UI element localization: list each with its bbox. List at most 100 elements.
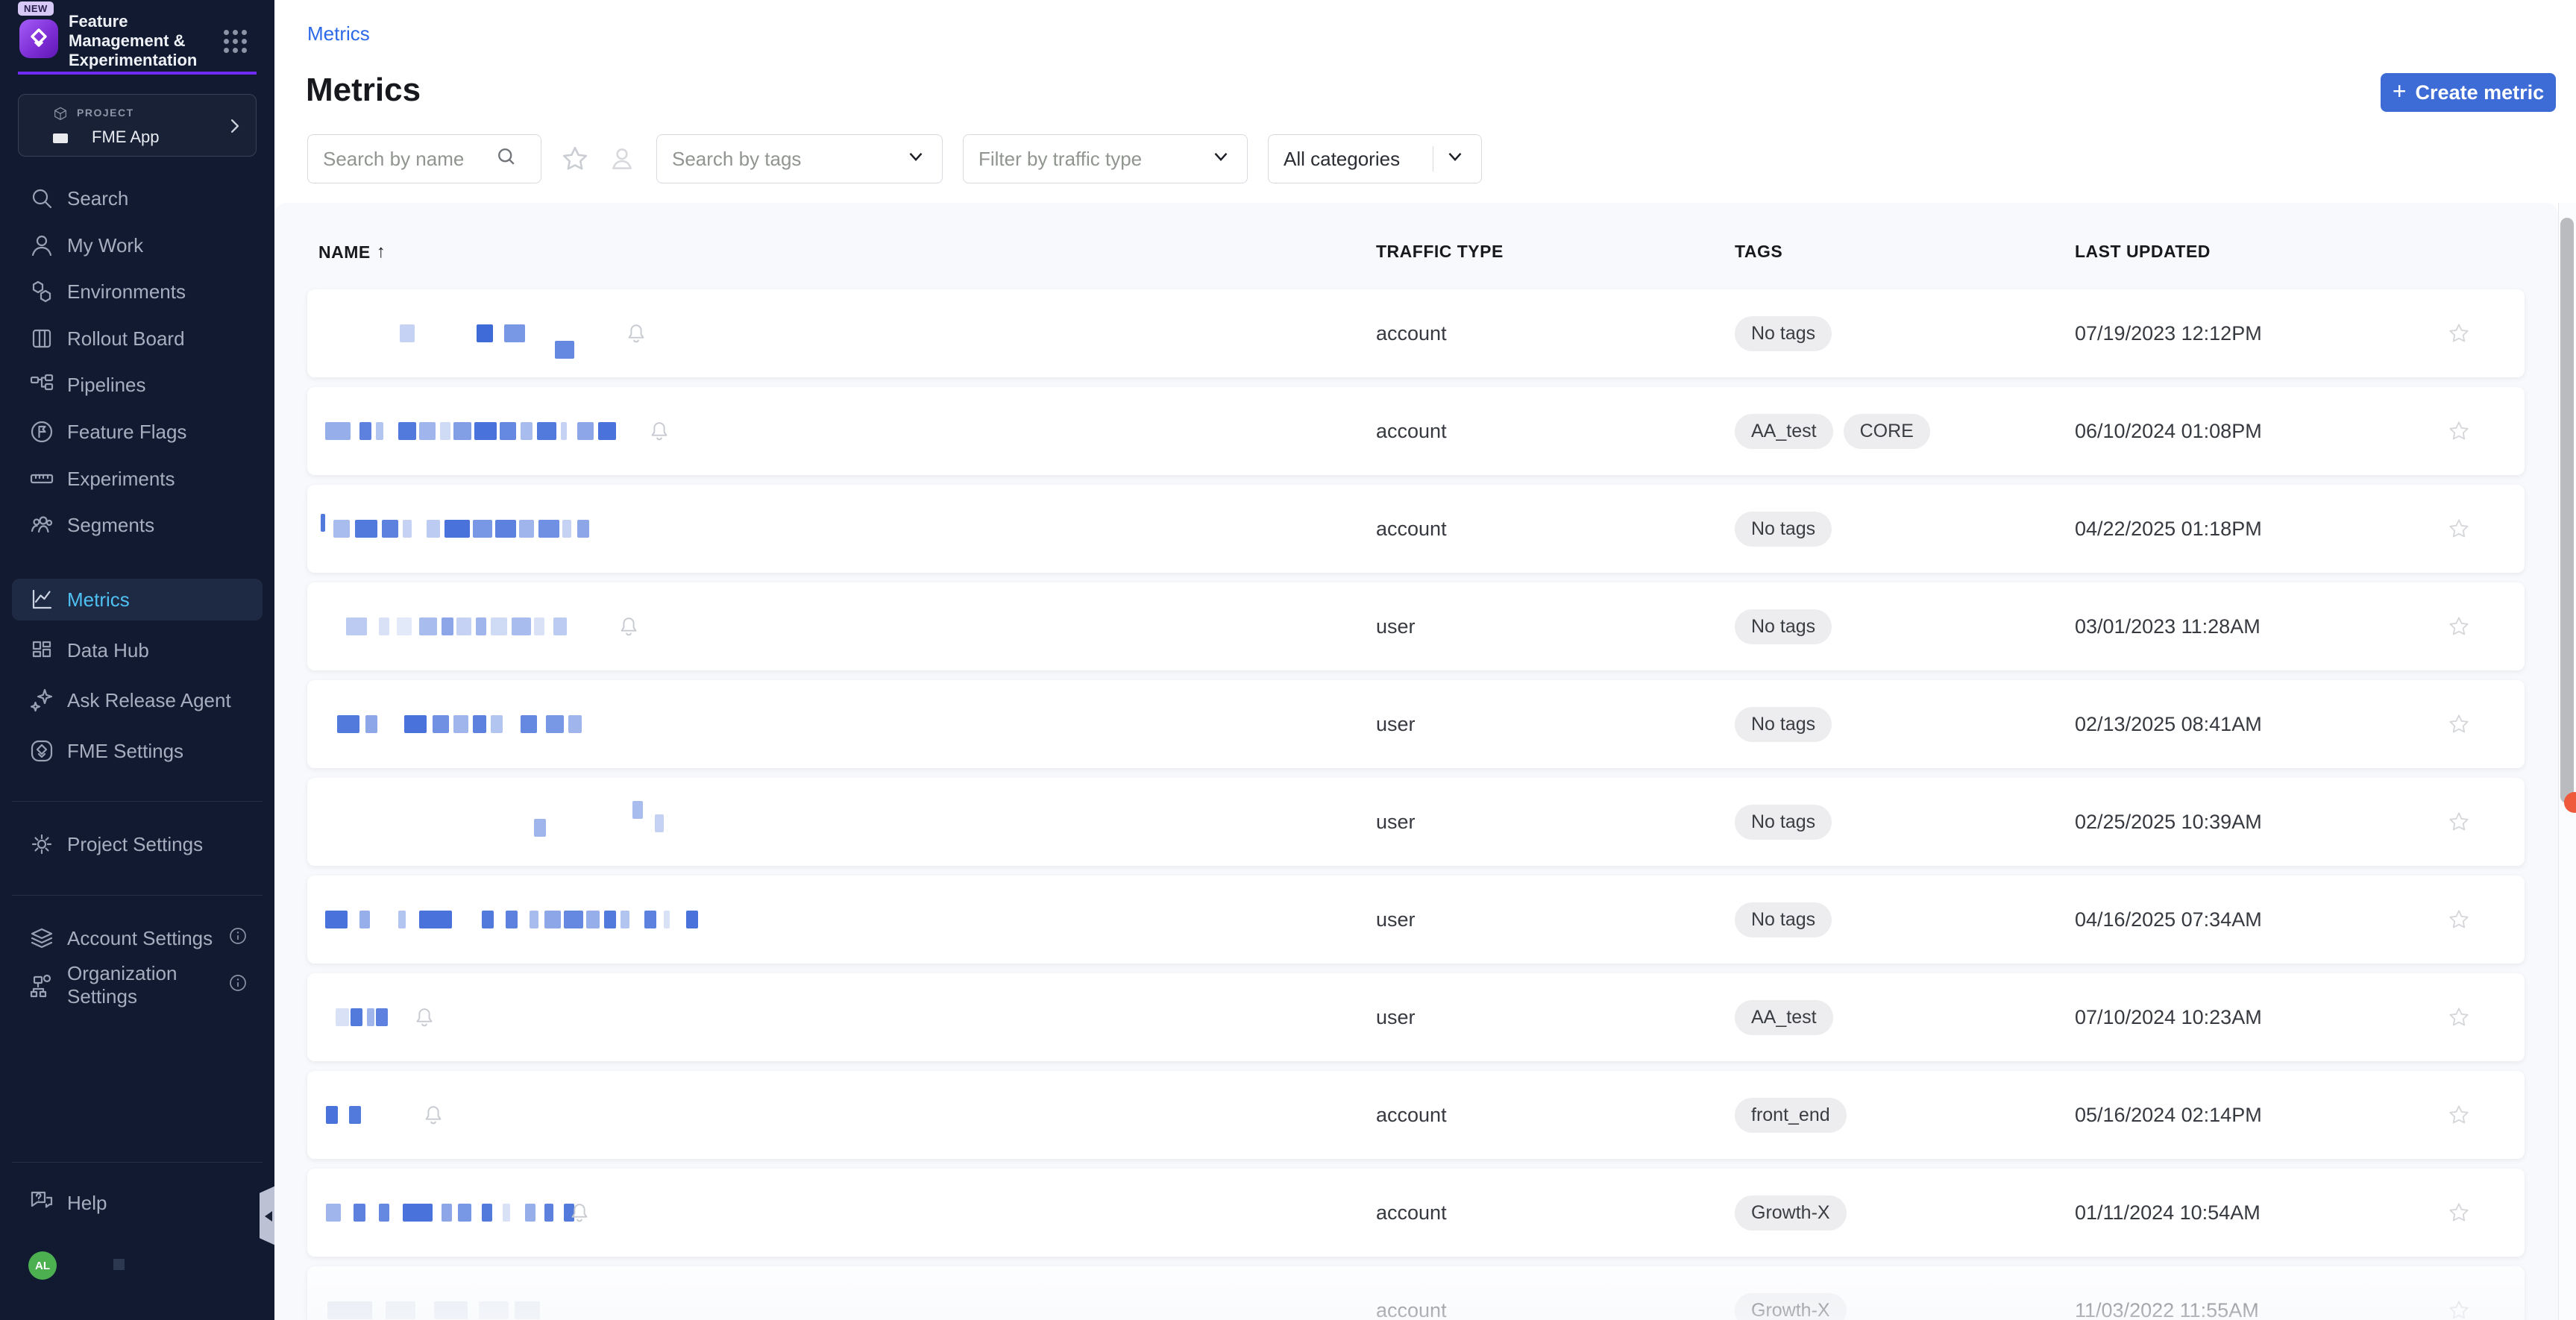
app-switcher-icon[interactable] [224, 30, 248, 54]
redaction-block [482, 911, 494, 928]
gear-icon [28, 831, 55, 858]
redaction-block [326, 1106, 338, 1124]
redaction-block [326, 1204, 341, 1222]
redaction-block [453, 715, 468, 733]
table-row[interactable]: account Growth-X 01/11/2024 10:54AM [307, 1169, 2525, 1257]
favorite-star-icon[interactable] [2448, 811, 2470, 833]
redaction-block [544, 911, 561, 928]
sidebar-item-organization-settings[interactable]: Organization Settings [12, 962, 263, 1008]
org-chart-gear-icon [28, 972, 55, 999]
plus-icon: + [2392, 78, 2407, 104]
sidebar-item-help[interactable]: Help [12, 1182, 263, 1224]
table-row[interactable]: account front_end 05/16/2024 02:14PM [307, 1071, 2525, 1159]
table-row[interactable]: user No tags 02/25/2025 10:39AM [307, 778, 2525, 866]
sidebar-item-my-work[interactable]: My Work [12, 224, 263, 266]
line-chart-icon [28, 586, 55, 613]
sidebar-item-fme-settings[interactable]: FME Settings [12, 730, 263, 772]
redaction-block [398, 911, 406, 928]
table-row[interactable]: user No tags 04/16/2025 07:34AM [307, 876, 2525, 964]
table-row[interactable]: user AA_test 07/10/2024 10:23AM [307, 973, 2525, 1061]
search-by-name-field[interactable] [307, 134, 541, 183]
favorites-filter-star-icon[interactable] [561, 145, 589, 173]
metrics-list-region: NAME ↑ TRAFFIC TYPE TAGS LAST UPDATED acc… [274, 203, 2558, 1320]
redaction-block [376, 1008, 388, 1026]
collapse-arrow-icon [265, 1211, 272, 1222]
sidebar-item-label: Segments [67, 513, 155, 536]
tag-chip: No tags [1735, 511, 1832, 547]
favorite-star-icon[interactable] [2448, 713, 2470, 735]
my-items-filter-person-icon[interactable] [608, 145, 636, 173]
column-header-name[interactable]: NAME ↑ [318, 242, 386, 263]
sidebar-header: NEW Feature Management & Experimentation [0, 0, 274, 94]
table-row[interactable]: user No tags 03/01/2023 11:28AM [307, 582, 2525, 670]
sidebar-item-experiments[interactable]: Experiments [12, 458, 263, 500]
redaction-block [325, 422, 351, 440]
project-logo-redacted [53, 133, 68, 143]
categories-select[interactable]: All categories [1268, 134, 1482, 183]
traffic-select-placeholder: Filter by traffic type [978, 147, 1143, 170]
redaction-block [458, 1204, 471, 1222]
sidebar-item-ask-release-agent[interactable]: Ask Release Agent [12, 679, 263, 721]
favorite-star-icon[interactable] [2448, 322, 2470, 345]
sidebar-item-rollout-board[interactable]: Rollout Board [12, 318, 263, 359]
sidebar-item-data-hub[interactable]: Data Hub [12, 629, 263, 671]
favorite-star-icon[interactable] [2448, 1006, 2470, 1028]
create-metric-button[interactable]: + Create metric [2381, 73, 2556, 112]
sidebar-item-label: FME Settings [67, 739, 184, 762]
sidebar-item-feature-flags[interactable]: Feature Flags [12, 411, 263, 453]
tags-cell: No tags [1735, 680, 1832, 768]
last-updated-value: 06/10/2024 01:08PM [2075, 419, 2262, 442]
chevron-down-icon [1210, 145, 1232, 173]
table-row[interactable]: user No tags 02/13/2025 08:41AM [307, 680, 2525, 768]
info-icon[interactable] [227, 925, 249, 952]
search-input[interactable] [323, 147, 494, 171]
redaction-block [403, 520, 412, 538]
avatar[interactable]: AL [28, 1251, 57, 1280]
redaction-block [561, 422, 567, 440]
sidebar-item-label: Rollout Board [67, 327, 185, 350]
metric-name-redacted [307, 680, 1351, 768]
column-header-last-updated[interactable]: LAST UPDATED [2075, 242, 2211, 262]
redaction-block [376, 422, 383, 440]
chevron-down-icon [905, 145, 927, 173]
sidebar-item-segments[interactable]: Segments [12, 504, 263, 546]
favorite-star-icon[interactable] [2448, 1201, 2470, 1224]
sidebar-item-pipelines[interactable]: Pipelines [12, 364, 263, 406]
favorite-star-icon[interactable] [2448, 615, 2470, 638]
tag-chip: No tags [1735, 706, 1832, 742]
column-header-traffic-type[interactable]: TRAFFIC TYPE [1376, 242, 1504, 262]
search-by-tags-select[interactable]: Search by tags [656, 134, 943, 183]
info-icon[interactable] [227, 972, 249, 999]
create-metric-label: Create metric [2415, 81, 2545, 104]
traffic-type-value: account [1376, 419, 1447, 442]
sidebar-item-label: Metrics [67, 588, 130, 611]
tag-chip: CORE [1843, 413, 1930, 449]
redaction-block [491, 617, 507, 635]
sidebar-item-environments[interactable]: Environments [12, 271, 263, 312]
favorite-star-icon[interactable] [2448, 908, 2470, 931]
favorite-star-icon[interactable] [2448, 518, 2470, 540]
sidebar-item-project-settings[interactable]: Project Settings [12, 823, 263, 865]
table-row[interactable]: accountGrowth-X11/03/2022 11:55AM [307, 1266, 2525, 1320]
chevron-down-icon [1444, 145, 1466, 173]
redaction-block [577, 422, 594, 440]
divider [12, 1162, 263, 1163]
redaction-block [512, 617, 531, 635]
sidebar-item-search[interactable]: Search [12, 177, 263, 219]
table-row[interactable]: account No tags 04/22/2025 01:18PM [307, 485, 2525, 573]
redaction-block [433, 715, 449, 733]
redaction-block [440, 422, 450, 440]
table-row[interactable]: account No tags 07/19/2023 12:12PM [307, 289, 2525, 377]
traffic-type-select[interactable]: Filter by traffic type [963, 134, 1248, 183]
favorite-star-icon[interactable] [2448, 1104, 2470, 1126]
favorite-star-icon[interactable] [2448, 420, 2470, 442]
project-name: FME App [92, 128, 160, 146]
breadcrumb[interactable]: Metrics [307, 22, 370, 45]
table-row[interactable]: account AA_test CORE 06/10/2024 01:08PM [307, 387, 2525, 475]
sidebar-item-metrics[interactable]: Metrics [12, 579, 263, 620]
scrollbar-thumb[interactable] [2560, 218, 2574, 803]
product-logo-icon[interactable] [19, 19, 58, 58]
column-header-tags[interactable]: TAGS [1735, 242, 1782, 262]
sidebar-item-account-settings[interactable]: Account Settings [12, 917, 263, 959]
project-selector[interactable]: PROJECT FME App [18, 94, 257, 157]
